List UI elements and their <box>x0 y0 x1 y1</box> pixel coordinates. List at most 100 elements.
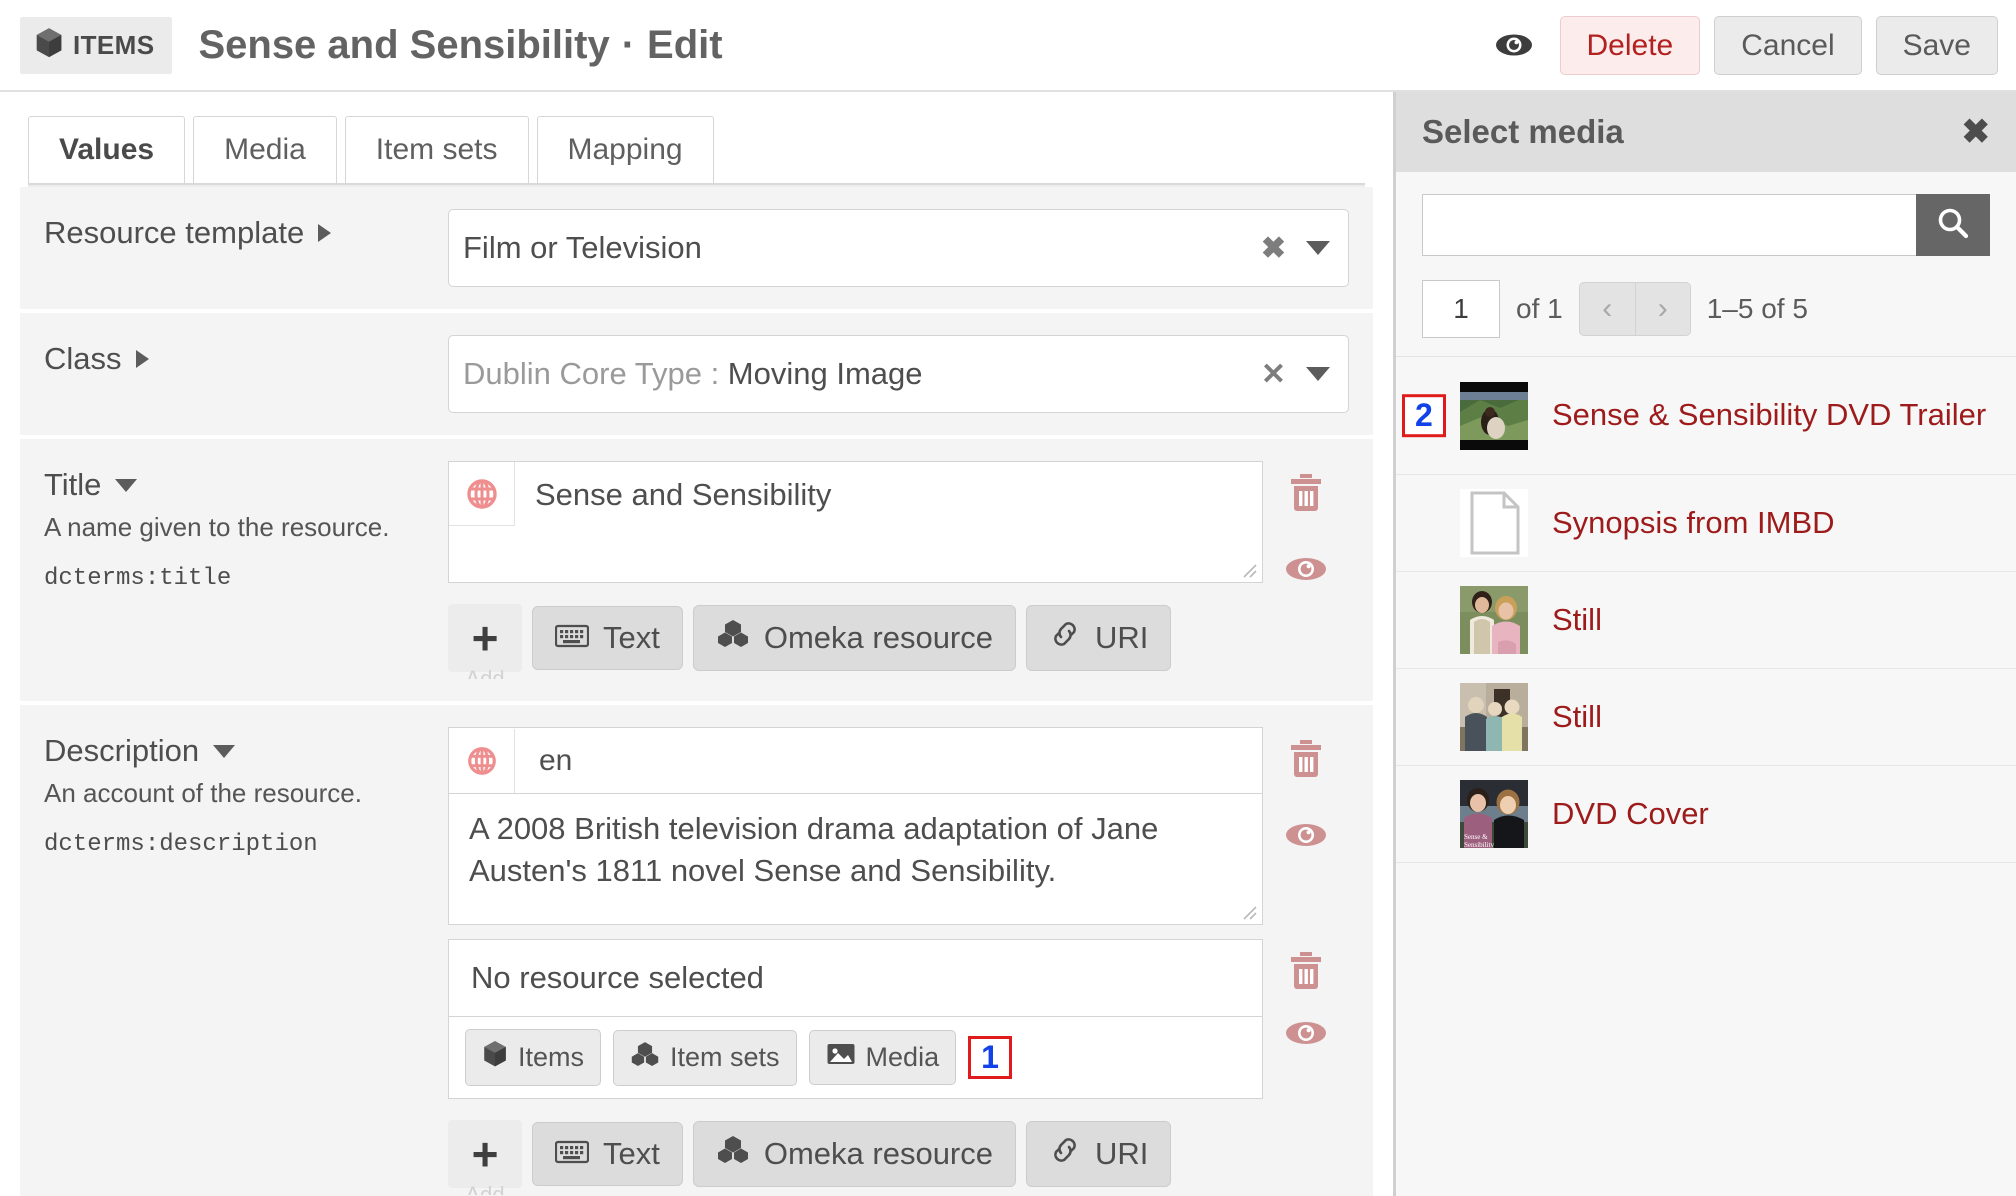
title-value[interactable]: Sense and Sensibility <box>515 462 1262 528</box>
eye-icon[interactable] <box>1284 1019 1328 1047</box>
select-item-sets-button[interactable]: Item sets <box>613 1029 797 1086</box>
chevron-right-icon[interactable] <box>318 224 332 242</box>
image-icon <box>826 1041 856 1074</box>
description-add-omeka-resource-button[interactable]: Omeka resource <box>692 1121 1016 1187</box>
save-button[interactable]: Save <box>1875 15 1998 75</box>
title-description: A name given to the resource. <box>44 512 390 542</box>
class-value-separator: : <box>701 356 728 391</box>
select-media-button[interactable]: Media <box>808 1030 957 1085</box>
page-nav: ‹ › <box>1578 282 1691 336</box>
field-title: Title A name given to the resource. dcte… <box>20 439 1373 705</box>
resource-template-select[interactable]: Film or Television ✖ <box>448 209 1349 287</box>
media-title[interactable]: Synopsis from IMBD <box>1552 504 1835 543</box>
description-control: en A 2008 British television drama adapt… <box>448 727 1349 1195</box>
resource-template-value: Film or Television <box>463 230 702 265</box>
description-term: dcterms:description <box>44 831 318 859</box>
tab-values[interactable]: Values <box>28 116 186 183</box>
media-title[interactable]: Sense & Sensibility DVD Trailer <box>1552 396 1986 435</box>
tab-item-sets[interactable]: Item sets <box>344 116 529 183</box>
items-breadcrumb-chip[interactable]: ITEMS <box>20 16 173 74</box>
description-value[interactable]: A 2008 British television drama adaptati… <box>469 811 1158 888</box>
description-add-row: + Add Text Omeka resource URI <box>448 1113 1263 1195</box>
class-label-block: Class <box>44 335 448 377</box>
tab-media[interactable]: Media <box>193 116 337 183</box>
annotation-marker-2: 2 <box>1402 393 1446 438</box>
chevron-down-icon[interactable] <box>115 478 138 492</box>
keyboard-icon <box>554 1136 590 1172</box>
globe-icon[interactable] <box>449 728 515 793</box>
title-add-omeka-resource-button[interactable]: Omeka resource <box>692 605 1016 671</box>
class-select[interactable]: Dublin Core Type : Moving Image ✕ <box>448 335 1349 413</box>
page-title-text: Sense and Sensibility <box>198 22 610 67</box>
cancel-button[interactable]: Cancel <box>1714 15 1862 75</box>
description-text-value-block: en A 2008 British television drama adapt… <box>448 727 1349 925</box>
list-item[interactable]: Still <box>1396 572 2016 669</box>
clear-selection-icon[interactable]: ✕ <box>1245 357 1302 392</box>
field-resource-template: Resource template Film or Television ✖ <box>20 187 1373 313</box>
chevron-down-icon[interactable] <box>1306 367 1330 381</box>
svg-text:Sense &: Sense & <box>1464 833 1488 841</box>
tab-mapping[interactable]: Mapping <box>536 116 714 183</box>
trash-icon[interactable] <box>1287 949 1325 991</box>
chevron-down-icon[interactable] <box>1306 241 1330 255</box>
description-add-uri-button[interactable]: URI <box>1026 1121 1172 1187</box>
media-thumbnail <box>1460 489 1528 557</box>
search-button[interactable] <box>1916 194 1990 256</box>
title-add-uri-button[interactable]: URI <box>1026 605 1172 671</box>
chevron-down-icon[interactable] <box>213 744 236 758</box>
chevron-right-icon[interactable] <box>135 350 149 368</box>
description-text-actions <box>1263 727 1349 849</box>
page-of-label: of 1 <box>1516 293 1563 324</box>
eye-icon[interactable] <box>1284 555 1328 583</box>
description-textarea[interactable]: A 2008 British television drama adaptati… <box>448 793 1263 925</box>
class-label: Class <box>44 341 122 376</box>
resource-template-label: Resource template <box>44 215 305 250</box>
delete-button[interactable]: Delete <box>1559 15 1701 75</box>
description-language-value[interactable]: en <box>515 744 572 778</box>
title-value-main: Sense and Sensibility + Add Text Omeka r… <box>448 461 1263 679</box>
close-icon[interactable]: ✖ <box>1962 112 1991 152</box>
description-text-main: en A 2008 British television drama adapt… <box>448 727 1263 925</box>
add-value-button[interactable]: + Add <box>448 1120 522 1195</box>
resize-handle-icon[interactable] <box>1239 560 1257 578</box>
select-media-header: Select media ✖ <box>1396 92 2016 172</box>
title-add-omeka-resource-label: Omeka resource <box>763 620 993 655</box>
media-title[interactable]: DVD Cover <box>1552 795 1709 834</box>
list-item[interactable]: Still <box>1396 669 2016 766</box>
resize-handle-icon[interactable] <box>1239 902 1257 920</box>
cubes-icon <box>630 1041 660 1075</box>
media-title[interactable]: Still <box>1552 698 1602 737</box>
eye-icon[interactable] <box>1482 28 1546 62</box>
items-chip-label: ITEMS <box>73 29 155 60</box>
media-title[interactable]: Still <box>1552 601 1602 640</box>
trash-icon[interactable] <box>1287 737 1325 779</box>
plus-icon: + <box>471 612 499 664</box>
description-resource-value-block: No resource selected Items Item sets Med… <box>448 939 1349 1195</box>
add-value-button[interactable]: + Add <box>448 604 522 679</box>
clear-selection-icon[interactable]: ✖ <box>1245 231 1302 266</box>
description-add-text-button[interactable]: Text <box>532 1122 683 1186</box>
list-item[interactable]: Synopsis from IMBD <box>1396 475 2016 572</box>
description-language-row[interactable]: en <box>448 727 1263 793</box>
class-value-vocab: Dublin Core Type <box>463 356 702 391</box>
list-item[interactable]: 2 Sense & Sensibility DVD Trailer <box>1396 357 2016 475</box>
result-range-label: 1–5 of 5 <box>1706 293 1808 324</box>
globe-icon[interactable] <box>449 462 515 526</box>
title-add-text-button[interactable]: Text <box>532 606 683 670</box>
select-items-button[interactable]: Items <box>465 1029 602 1086</box>
link-icon <box>1049 1135 1081 1173</box>
select-media-label: Media <box>865 1042 940 1072</box>
prev-page-button[interactable]: ‹ <box>1578 282 1635 336</box>
next-page-button[interactable]: › <box>1634 282 1691 336</box>
select-media-panel: Select media ✖ of 1 ‹ › 1–5 of 5 <box>1393 92 2016 1196</box>
trash-icon[interactable] <box>1287 471 1325 513</box>
title-textarea[interactable]: Sense and Sensibility <box>448 461 1263 583</box>
title-value-block: Sense and Sensibility + Add Text Omeka r… <box>448 461 1349 679</box>
cube-icon <box>34 27 64 64</box>
cube-icon <box>482 1040 508 1075</box>
page-header: ITEMS Sense and Sensibility · Edit Delete … <box>0 0 2016 92</box>
page-number-input[interactable] <box>1422 280 1500 338</box>
search-input[interactable] <box>1422 194 1916 256</box>
eye-icon[interactable] <box>1284 821 1328 849</box>
list-item[interactable]: Sense & Sensibility DVD Cover <box>1396 766 2016 863</box>
